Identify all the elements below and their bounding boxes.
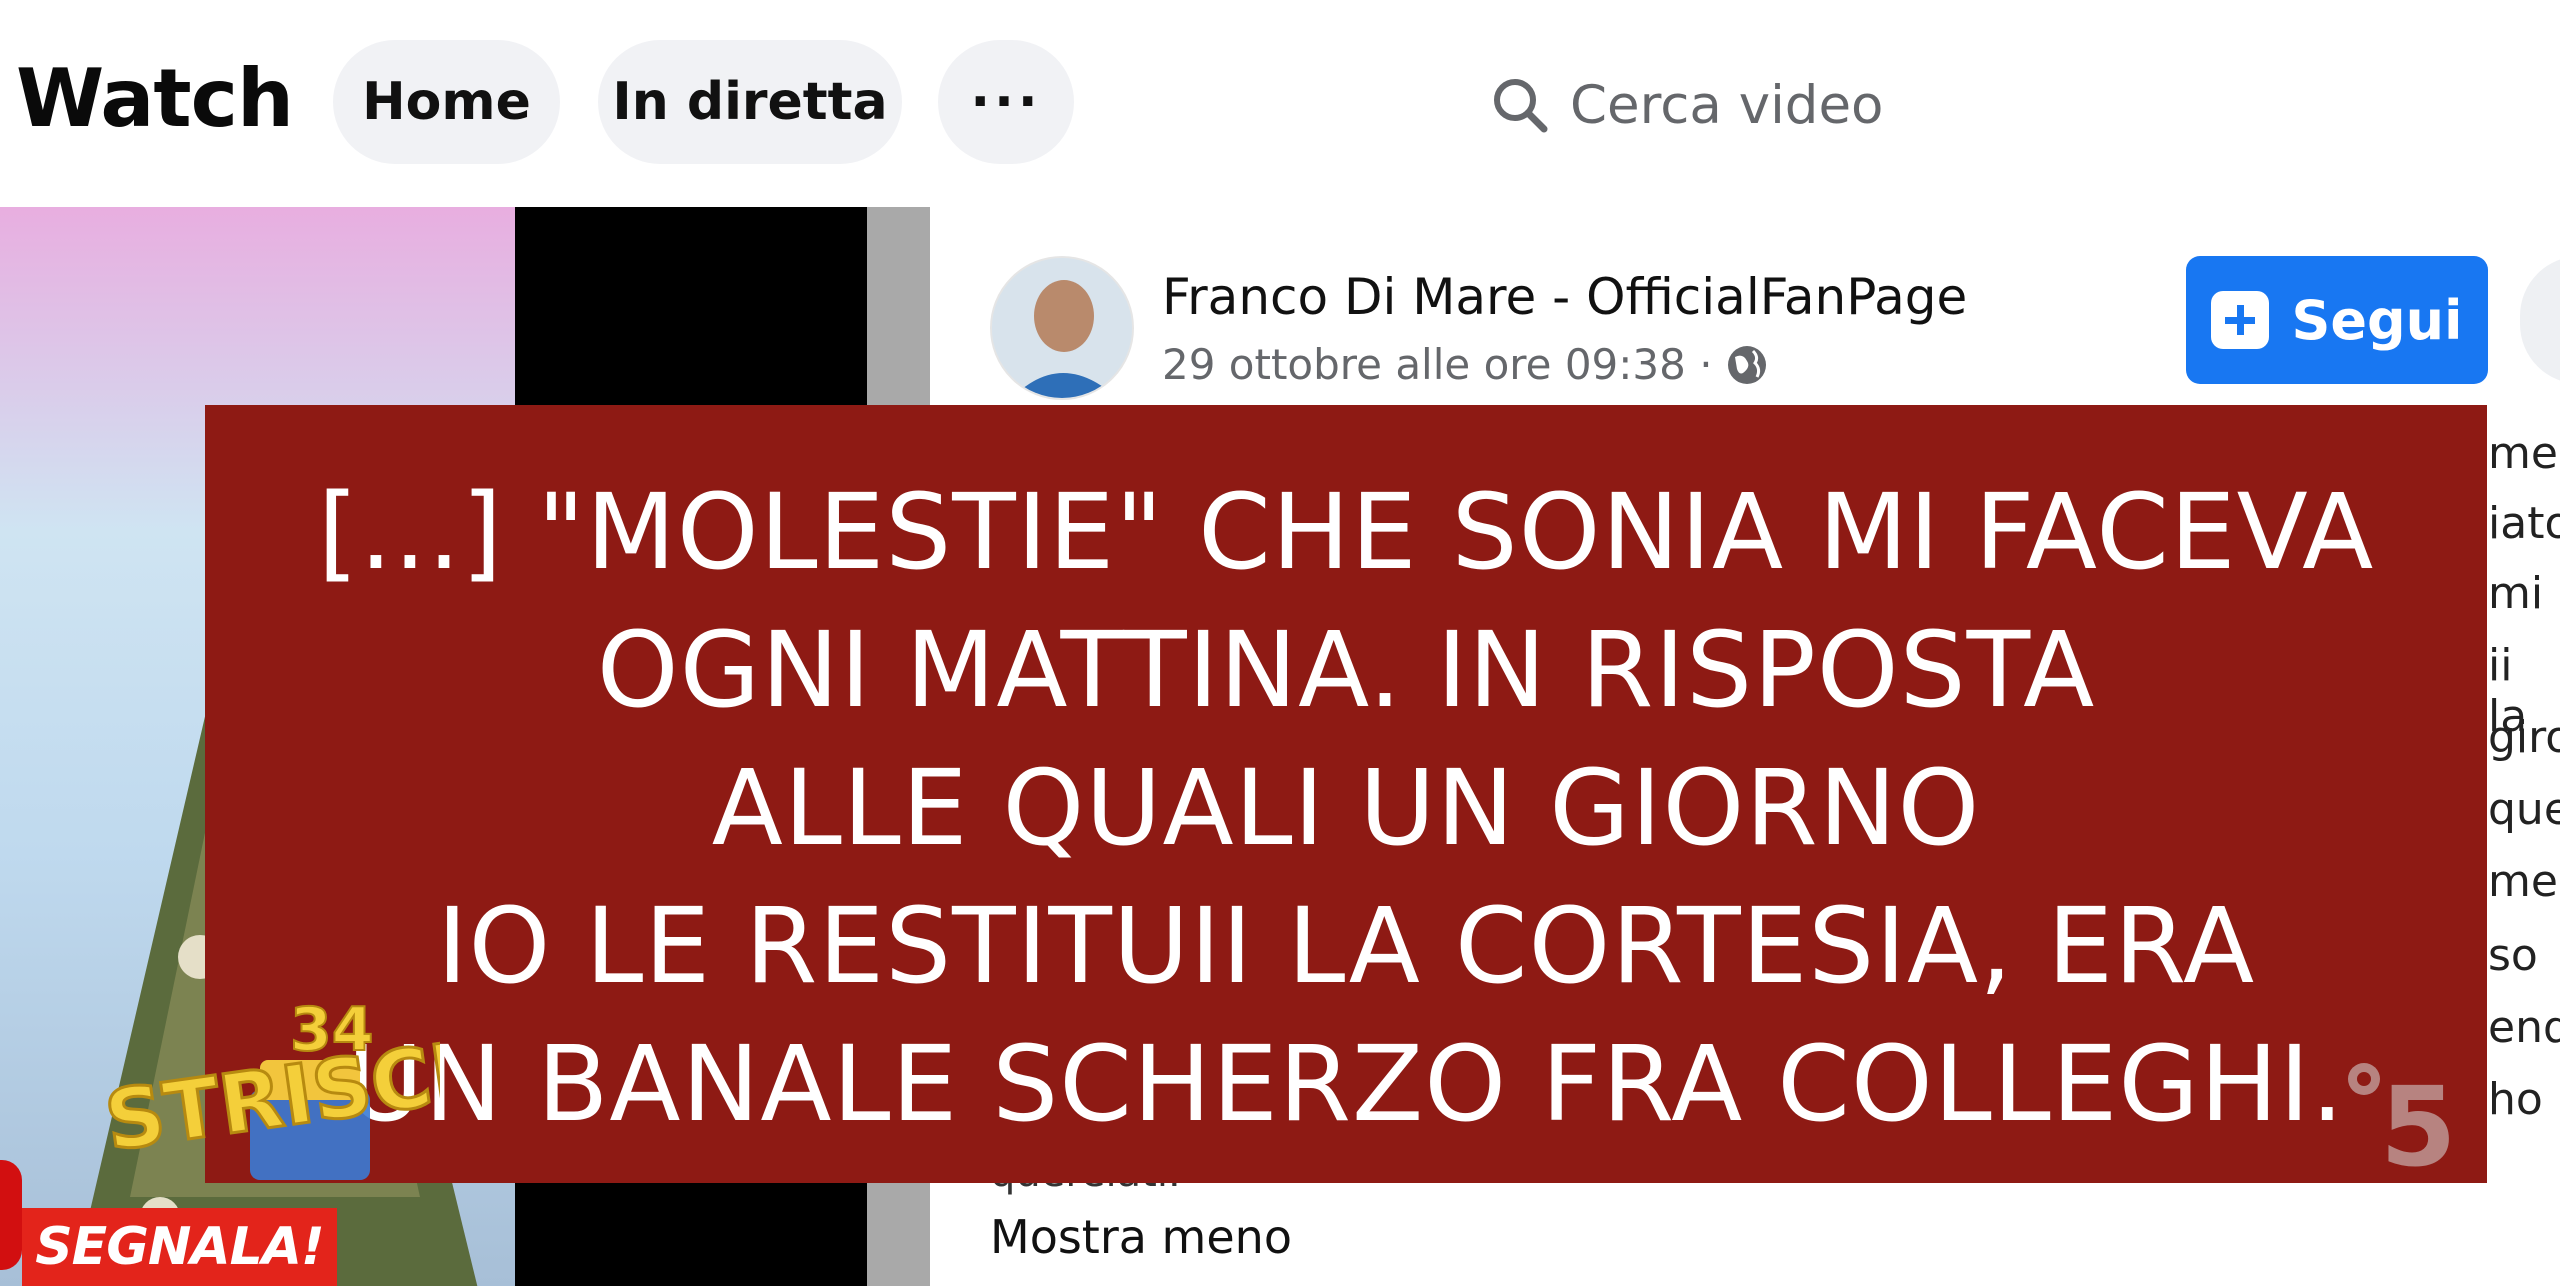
more-options-button[interactable]: ··· <box>938 40 1074 164</box>
tab-in-diretta[interactable]: In diretta <box>598 40 902 164</box>
post-date[interactable]: 29 ottobre alle ore 09:38 · <box>1162 340 1769 389</box>
striscia-logo-text: STRISCIA <box>100 1017 440 1170</box>
avatar[interactable] <box>990 256 1134 400</box>
channel-number: 5 <box>2380 1063 2457 1175</box>
post-text-fragment: me <box>2488 856 2558 907</box>
segnala-accent <box>0 1160 22 1270</box>
page-title: Watch <box>16 52 294 145</box>
avatar-photo <box>992 258 1132 398</box>
page-name[interactable]: Franco Di Mare - OfficialFanPage <box>1162 268 1967 326</box>
tab-home[interactable]: Home <box>333 40 560 164</box>
search-placeholder: Cerca video <box>1570 74 1884 136</box>
follow-icon <box>2211 291 2270 349</box>
post-text-fragment: ques <box>2488 784 2560 835</box>
post-text-fragment: giro <box>2488 712 2560 763</box>
search-input[interactable]: Cerca video <box>1490 60 1883 150</box>
follow-button[interactable]: Segui <box>2186 256 2488 384</box>
post-text-fragment: mi <box>2488 568 2544 619</box>
striscia-logo: STRISCIA 34 <box>100 994 440 1180</box>
segnala-badge: SEGNALA! <box>22 1208 337 1286</box>
search-icon <box>1494 79 1548 133</box>
overlay-line: UN BANALE SCHERZO FRA COLLEGHI. <box>347 1023 2345 1145</box>
overlay-line: [...] "MOLESTIE" CHE SONIA MI FACEVA <box>317 471 2375 593</box>
globe-icon <box>1727 345 1766 384</box>
post-text-fragment: ho <box>2488 1074 2543 1125</box>
overlay-line: ALLE QUALI UN GIORNO <box>711 747 1981 869</box>
post-text-fragment: iato <box>2488 498 2560 549</box>
post-date-text: 29 ottobre alle ore 09:38 · <box>1162 340 1713 389</box>
watch-header: Watch Home In diretta ··· Cerca video <box>0 0 2560 205</box>
post-text-fragment: end <box>2488 1002 2560 1053</box>
overlay-line: IO LE RESTITUII LA CORTESIA, ERA <box>436 885 2256 1007</box>
canale5-logo: 5 <box>2348 1063 2457 1175</box>
striscia-logo-number: 34 <box>290 995 374 1065</box>
follow-label: Segui <box>2291 288 2463 352</box>
post-text-fragment: so <box>2488 930 2538 981</box>
show-less-link[interactable]: Mostra meno <box>990 1210 1292 1264</box>
post-text-fragment: me <box>2488 428 2558 479</box>
overlay-line: OGNI MATTINA. IN RISPOSTA <box>596 609 2096 731</box>
quote-overlay-banner: [...] "MOLESTIE" CHE SONIA MI FACEVA OGN… <box>205 405 2487 1183</box>
